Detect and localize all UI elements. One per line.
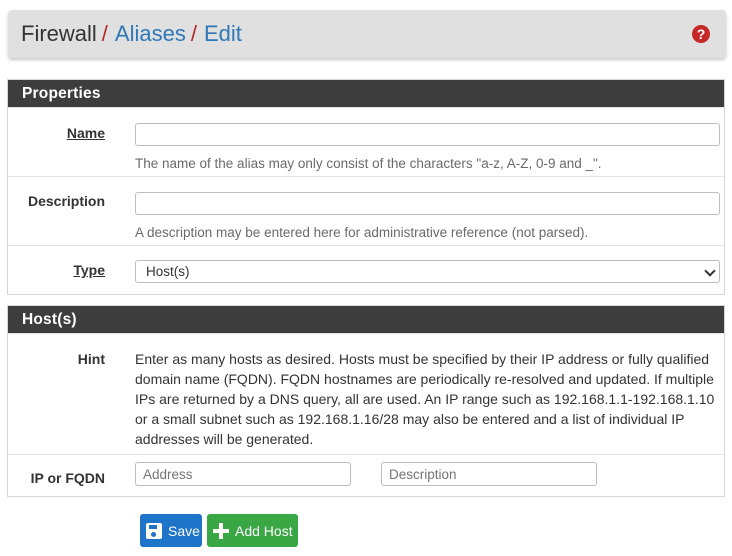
name-label: Name [66, 125, 105, 141]
description-field-wrap: A description may be entered here for ad… [135, 192, 720, 240]
description-help-text: A description may be entered here for ad… [135, 225, 589, 240]
ip-row: IP or FQDN [8, 454, 724, 496]
floppy-disk-icon [146, 522, 162, 539]
ip-fqdn-label: IP or FQDN [30, 470, 105, 486]
hosts-panel: Host(s) Hint Enter as many hosts as desi… [7, 305, 725, 497]
address-input[interactable] [135, 462, 351, 486]
type-field-wrap: Host(s) [135, 260, 720, 283]
hosts-heading: Host(s) [8, 306, 724, 333]
hint-label: Hint [77, 351, 105, 367]
description-input[interactable] [135, 192, 720, 215]
question-circle-icon[interactable]: ? [692, 25, 710, 43]
save-button[interactable]: Save [140, 514, 202, 547]
chevron-down-icon [704, 265, 716, 277]
add-host-button[interactable]: Add Host [207, 514, 298, 547]
breadcrumb: Firewall / Aliases / Edit ? [8, 10, 726, 58]
name-field-wrap: The name of the alias may only consist o… [135, 123, 720, 171]
type-selected-value: Host(s) [146, 264, 190, 279]
breadcrumb-separator: / [190, 21, 197, 46]
hint-row: Hint Enter as many hosts as desired. Hos… [8, 333, 724, 454]
type-select[interactable]: Host(s) [135, 260, 720, 283]
name-help-text: The name of the alias may only consist o… [135, 156, 602, 171]
breadcrumb-firewall: Firewall [21, 21, 97, 46]
name-row: Name The name of the alias may only cons… [8, 107, 724, 176]
page: Firewall / Aliases / Edit ? Properties N… [0, 0, 732, 556]
plus-icon [213, 522, 229, 539]
description-row: Description A description may be entered… [8, 176, 724, 245]
description-label: Description [27, 193, 105, 209]
breadcrumb-aliases-link[interactable]: Aliases [115, 21, 186, 47]
name-input[interactable] [135, 123, 720, 146]
type-row: Type Host(s) [8, 245, 724, 294]
properties-panel: Properties Name The name of the alias ma… [7, 79, 725, 295]
add-host-button-label: Add Host [235, 522, 293, 539]
breadcrumb-separator: / [101, 21, 108, 46]
host-description-input[interactable] [381, 462, 597, 486]
properties-heading: Properties [8, 80, 724, 107]
hint-text: Enter as many hosts as desired. Hosts mu… [135, 351, 715, 447]
breadcrumb-edit-link[interactable]: Edit [204, 21, 242, 47]
save-button-label: Save [168, 522, 200, 539]
type-label: Type [73, 262, 105, 278]
